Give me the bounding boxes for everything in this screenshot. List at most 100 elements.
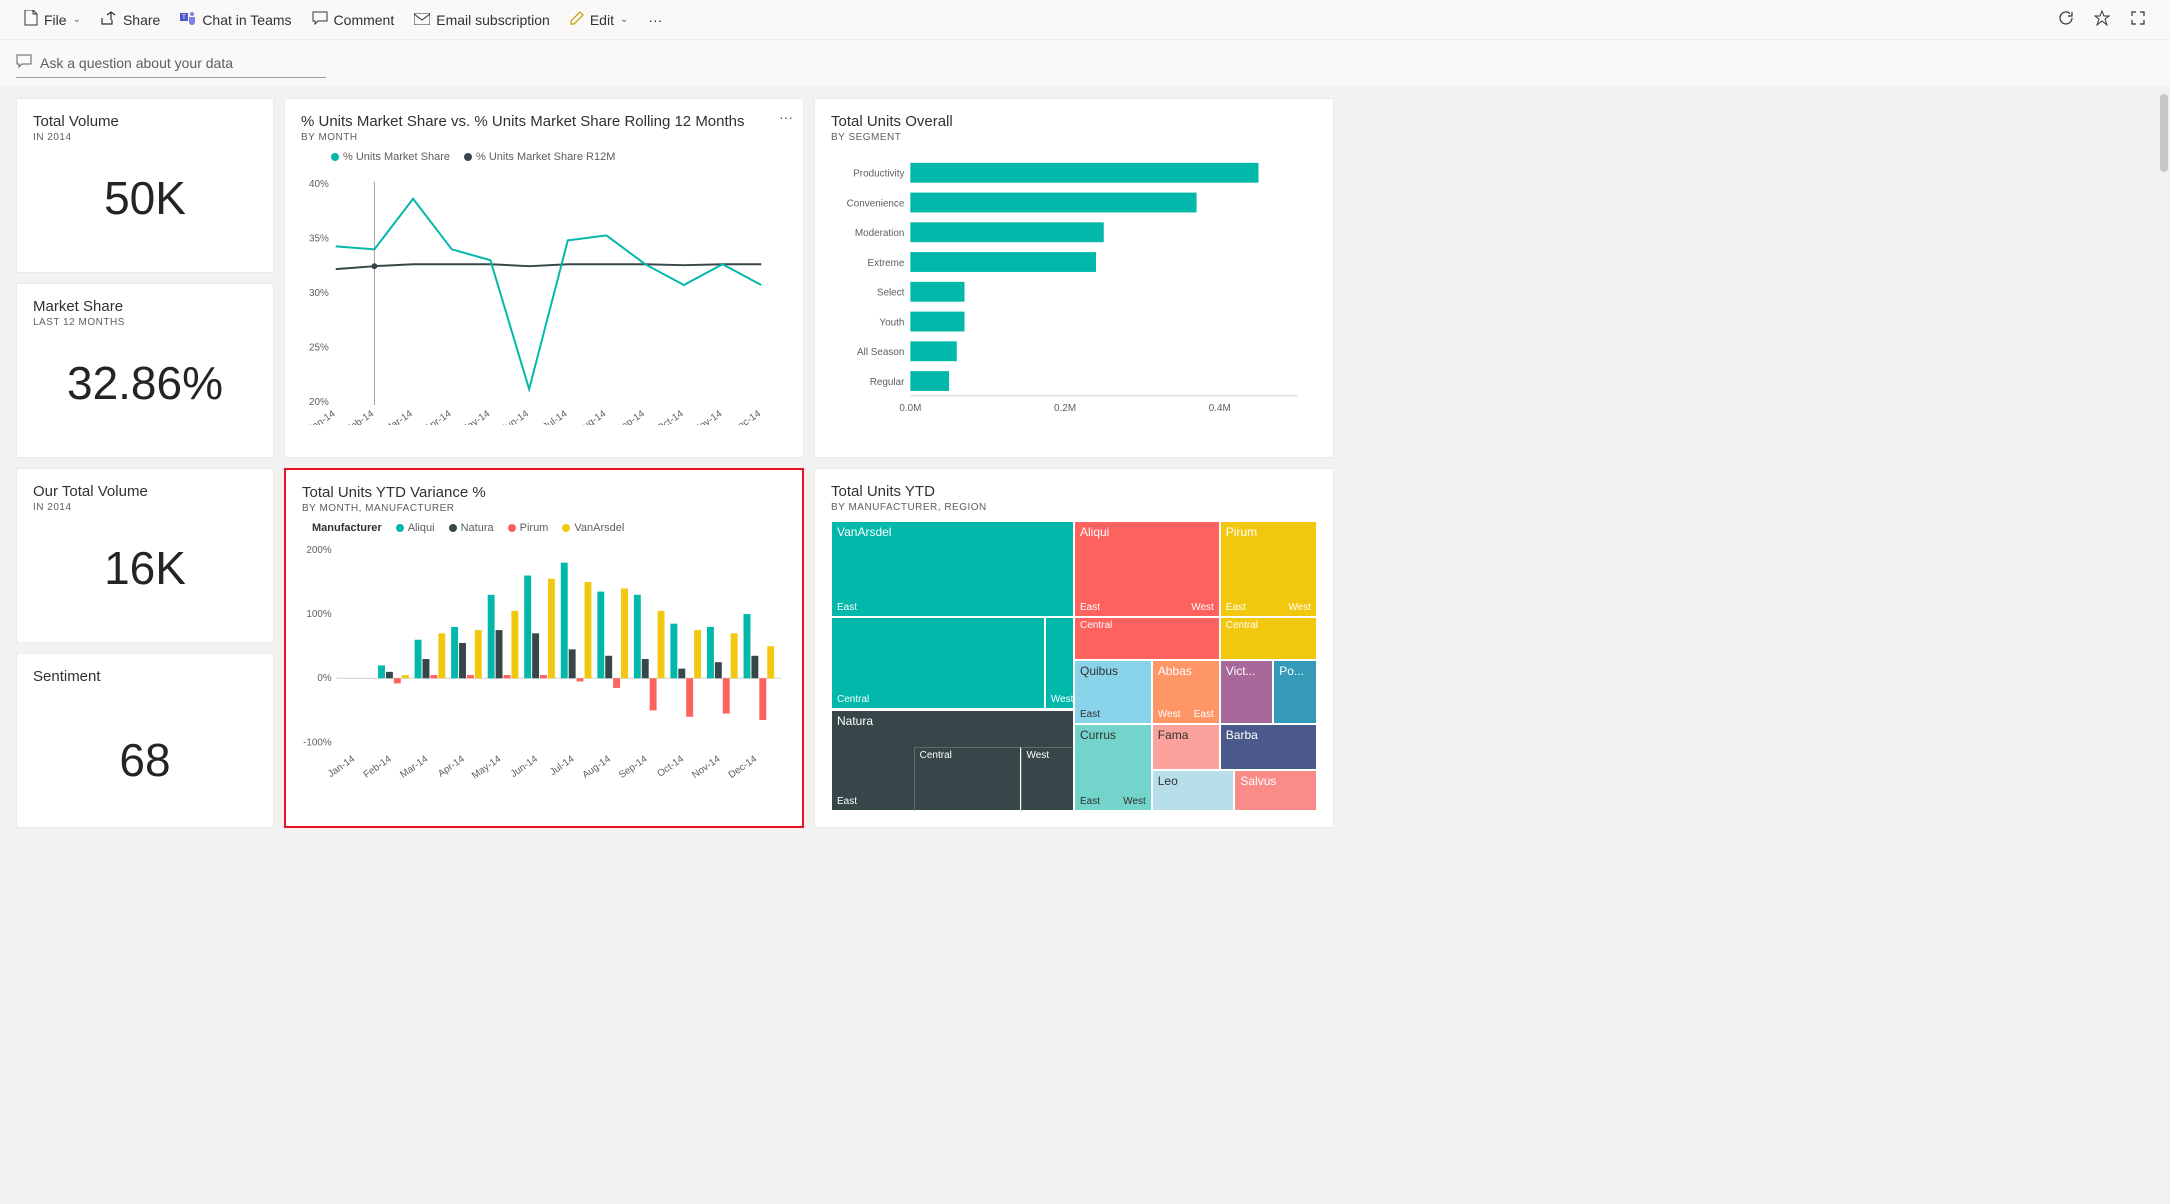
comment-button[interactable]: Comment <box>304 7 403 32</box>
svg-text:200%: 200% <box>306 545 331 556</box>
svg-text:Feb-14: Feb-14 <box>362 753 394 780</box>
more-options-button[interactable]: ··· <box>640 8 670 32</box>
svg-text:Oct-14: Oct-14 <box>655 753 686 779</box>
hbar-chart-svg: ProductivityConvenienceModerationExtreme… <box>831 143 1317 431</box>
svg-text:Apr-14: Apr-14 <box>423 408 454 425</box>
share-icon <box>101 11 117 28</box>
svg-text:Jan-14: Jan-14 <box>326 753 357 780</box>
svg-text:T: T <box>182 15 186 21</box>
vbar-chart-svg: 200% 100% 0% -100% Jan-14Feb-14Mar-14Apr… <box>302 538 786 785</box>
kpi-title: Market Share <box>33 298 257 315</box>
kpi-value: 50K <box>33 171 257 225</box>
tile-more-button[interactable]: ··· <box>779 109 793 125</box>
svg-text:Moderation: Moderation <box>855 228 905 239</box>
svg-text:-100%: -100% <box>303 737 332 748</box>
svg-text:May-14: May-14 <box>470 753 504 781</box>
svg-text:Mar-14: Mar-14 <box>398 753 430 780</box>
chart-title: Total Units Overall <box>831 113 1317 130</box>
tile-ytd-variance[interactable]: Total Units YTD Variance % BY MONTH, MAN… <box>284 468 804 828</box>
chart-title: Total Units YTD <box>831 483 1317 500</box>
svg-text:Nov-14: Nov-14 <box>690 753 723 781</box>
svg-text:Nov-14: Nov-14 <box>692 408 725 425</box>
tile-treemap[interactable]: Total Units YTD BY MANUFACTURER, REGION … <box>814 468 1334 828</box>
kpi-subtitle: IN 2014 <box>33 132 257 143</box>
svg-text:Sep-14: Sep-14 <box>617 753 650 781</box>
legend-item: Aliqui <box>408 522 435 534</box>
chart-title: % Units Market Share vs. % Units Market … <box>301 113 787 130</box>
svg-text:20%: 20% <box>309 397 329 408</box>
email-label: Email subscription <box>436 12 550 28</box>
kpi-sentiment[interactable]: Sentiment 68 <box>16 653 274 828</box>
legend-item: % Units Market Share R12M <box>476 151 615 163</box>
chat-teams-button[interactable]: T Chat in Teams <box>172 6 299 33</box>
svg-text:0.0M: 0.0M <box>899 403 921 414</box>
kpi-subtitle: LAST 12 MONTHS <box>33 317 257 328</box>
legend-title: Manufacturer <box>312 522 382 534</box>
line-legend: % Units Market Share % Units Market Shar… <box>331 151 787 163</box>
edit-label: Edit <box>590 12 614 28</box>
command-bar: File ⌄ Share T Chat in Teams Comment Ema… <box>0 0 2170 40</box>
chat-label: Chat in Teams <box>202 12 291 28</box>
svg-text:May-14: May-14 <box>459 408 493 425</box>
favorite-button[interactable] <box>2086 4 2118 36</box>
svg-text:Convenience: Convenience <box>847 198 905 209</box>
kpi-title: Total Volume <box>33 113 257 130</box>
svg-text:Jan-14: Jan-14 <box>306 408 338 425</box>
kpi-subtitle: IN 2014 <box>33 502 257 513</box>
chat-bubble-icon <box>16 54 32 71</box>
scrollbar-thumb[interactable] <box>2160 94 2168 172</box>
svg-text:All Season: All Season <box>857 347 904 358</box>
kpi-total-volume[interactable]: Total Volume IN 2014 50K <box>16 98 274 273</box>
svg-text:Regular: Regular <box>870 377 905 388</box>
tile-total-units-segment[interactable]: Total Units Overall BY SEGMENT Productiv… <box>814 98 1334 458</box>
chart-subtitle: BY SEGMENT <box>831 132 1317 143</box>
legend-item: Natura <box>461 522 494 534</box>
svg-text:0.2M: 0.2M <box>1054 403 1076 414</box>
chart-subtitle: BY MANUFACTURER, REGION <box>831 502 1317 513</box>
qa-input[interactable]: Ask a question about your data <box>16 50 326 78</box>
svg-text:Jul-14: Jul-14 <box>541 408 570 425</box>
kpi-value: 68 <box>33 733 257 787</box>
svg-text:Aug-14: Aug-14 <box>581 753 614 781</box>
kpi-value: 32.86% <box>33 356 257 410</box>
svg-text:100%: 100% <box>306 609 331 620</box>
file-icon <box>24 10 38 29</box>
edit-menu[interactable]: Edit ⌄ <box>562 7 637 32</box>
svg-text:Productivity: Productivity <box>853 169 904 180</box>
file-menu[interactable]: File ⌄ <box>16 6 89 33</box>
svg-text:Jun-14: Jun-14 <box>509 753 540 780</box>
svg-text:Youth: Youth <box>879 317 904 328</box>
svg-text:Dec-14: Dec-14 <box>730 408 763 425</box>
pencil-icon <box>570 11 584 28</box>
share-button[interactable]: Share <box>93 7 168 32</box>
chart-subtitle: BY MONTH <box>301 132 787 143</box>
svg-text:Oct-14: Oct-14 <box>655 408 686 425</box>
svg-text:35%: 35% <box>309 233 329 244</box>
legend-item: VanArsdel <box>574 522 624 534</box>
kpi-our-total-volume[interactable]: Our Total Volume IN 2014 16K <box>16 468 274 643</box>
svg-text:Jun-14: Jun-14 <box>500 408 532 425</box>
dashboard-grid: Total Volume IN 2014 50K Market Share LA… <box>0 86 2170 840</box>
legend-item: % Units Market Share <box>343 151 450 163</box>
email-sub-button[interactable]: Email subscription <box>406 8 558 32</box>
kpi-value: 16K <box>33 541 257 595</box>
tile-market-share-line[interactable]: ··· % Units Market Share vs. % Units Mar… <box>284 98 804 458</box>
refresh-icon <box>2058 10 2074 29</box>
svg-text:Sep-14: Sep-14 <box>614 408 647 425</box>
star-icon <box>2094 10 2110 29</box>
svg-text:40%: 40% <box>309 179 329 190</box>
qa-placeholder: Ask a question about your data <box>40 55 233 71</box>
fullscreen-button[interactable] <box>2122 4 2154 36</box>
refresh-button[interactable] <box>2050 4 2082 36</box>
file-label: File <box>44 12 67 28</box>
chart-title: Total Units YTD Variance % <box>302 484 786 501</box>
svg-text:Select: Select <box>877 288 905 299</box>
treemap-body: VanArsdelEast Central West AliquiEastWes… <box>831 521 1317 811</box>
chevron-down-icon: ⌄ <box>73 14 81 25</box>
chevron-down-icon: ⌄ <box>620 14 628 25</box>
kpi-market-share[interactable]: Market Share LAST 12 MONTHS 32.86% <box>16 283 274 458</box>
svg-text:Dec-14: Dec-14 <box>727 753 760 781</box>
comment-label: Comment <box>334 12 395 28</box>
svg-text:Aug-14: Aug-14 <box>576 408 609 425</box>
chart-subtitle: BY MONTH, MANUFACTURER <box>302 503 786 514</box>
